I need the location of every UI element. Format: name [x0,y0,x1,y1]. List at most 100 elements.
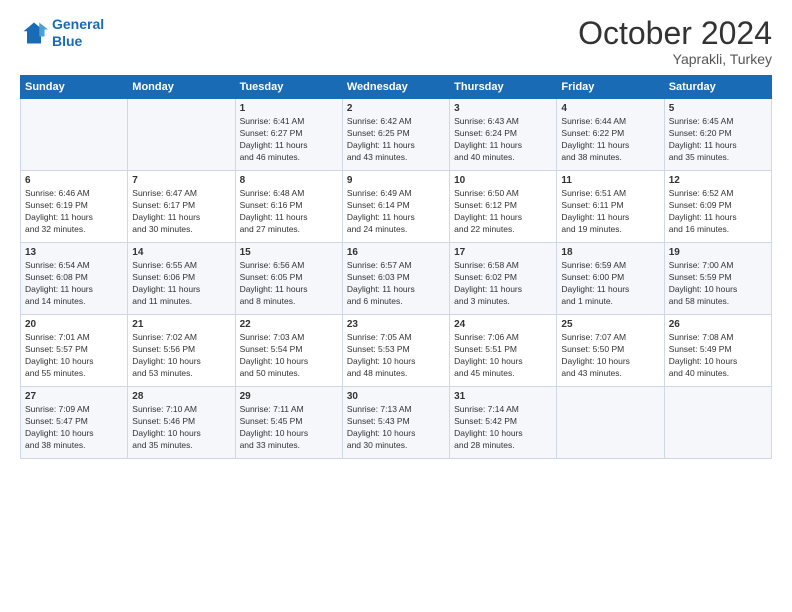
day-number: 15 [240,247,338,258]
month-title: October 2024 [578,16,772,51]
calendar-row: 27 Sunrise: 7:09 AM Sunset: 5:47 PM Dayli… [21,387,772,459]
day-number: 3 [454,103,552,114]
day-info: Sunrise: 7:06 AM Sunset: 5:51 PM Dayligh… [454,332,552,380]
day-info: Sunrise: 6:49 AM Sunset: 6:14 PM Dayligh… [347,188,445,236]
title-block: October 2024 Yaprakli, Turkey [578,16,772,67]
day-info: Sunrise: 6:52 AM Sunset: 6:09 PM Dayligh… [669,188,767,236]
calendar-table: SundayMondayTuesdayWednesdayThursdayFrid… [20,75,772,459]
day-number: 9 [347,175,445,186]
day-info: Sunrise: 7:13 AM Sunset: 5:43 PM Dayligh… [347,404,445,452]
calendar-cell: 24 Sunrise: 7:06 AM Sunset: 5:51 PM Dayli… [450,315,557,387]
day-info: Sunrise: 6:50 AM Sunset: 6:12 PM Dayligh… [454,188,552,236]
day-info: Sunrise: 7:07 AM Sunset: 5:50 PM Dayligh… [561,332,659,380]
day-number: 10 [454,175,552,186]
calendar-cell: 16Sunrise: 6:57 AM Sunset: 6:03 PM Dayli… [342,243,449,315]
day-info: Sunrise: 6:55 AM Sunset: 6:06 PM Dayligh… [132,260,230,308]
day-number: 12 [669,175,767,186]
weekday-header: Monday [128,76,235,99]
day-number: 25 [561,319,659,330]
day-info: Sunrise: 7:03 AM Sunset: 5:54 PM Dayligh… [240,332,338,380]
weekday-header: Sunday [21,76,128,99]
calendar-cell: 8 Sunrise: 6:48 AM Sunset: 6:16 PM Daylig… [235,171,342,243]
day-info: Sunrise: 6:43 AM Sunset: 6:24 PM Dayligh… [454,116,552,164]
logo-text: General Blue [52,16,104,50]
calendar-cell: 26 Sunrise: 7:08 AM Sunset: 5:49 PM Dayli… [664,315,771,387]
day-info: Sunrise: 6:46 AM Sunset: 6:19 PM Dayligh… [25,188,123,236]
day-number: 23 [347,319,445,330]
day-number: 26 [669,319,767,330]
calendar-cell: 15 Sunrise: 6:56 AM Sunset: 6:05 PM Dayli… [235,243,342,315]
day-number: 29 [240,391,338,402]
calendar-cell [21,99,128,171]
day-number: 5 [669,103,767,114]
calendar-cell: 18Sunrise: 6:59 AM Sunset: 6:00 PM Dayli… [557,243,664,315]
weekday-header: Friday [557,76,664,99]
calendar-cell: 12 Sunrise: 6:52 AM Sunset: 6:09 PM Dayli… [664,171,771,243]
day-number: 17 [454,247,552,258]
weekday-header: Thursday [450,76,557,99]
calendar-cell: 14Sunrise: 6:55 AM Sunset: 6:06 PM Dayli… [128,243,235,315]
day-number: 2 [347,103,445,114]
logo-blue: Blue [52,33,82,49]
calendar-row: 6 Sunrise: 6:46 AM Sunset: 6:19 PM Daylig… [21,171,772,243]
day-info: Sunrise: 6:58 AM Sunset: 6:02 PM Dayligh… [454,260,552,308]
calendar-cell: 20 Sunrise: 7:01 AM Sunset: 5:57 PM Dayli… [21,315,128,387]
day-number: 18 [561,247,659,258]
day-number: 4 [561,103,659,114]
calendar-cell: 11Sunrise: 6:51 AM Sunset: 6:11 PM Dayli… [557,171,664,243]
day-info: Sunrise: 7:01 AM Sunset: 5:57 PM Dayligh… [25,332,123,380]
calendar-cell: 2 Sunrise: 6:42 AM Sunset: 6:25 PM Daylig… [342,99,449,171]
header: General Blue October 2024 Yaprakli, Turk… [20,16,772,67]
day-info: Sunrise: 7:10 AM Sunset: 5:46 PM Dayligh… [132,404,230,452]
day-info: Sunrise: 6:44 AM Sunset: 6:22 PM Dayligh… [561,116,659,164]
day-info: Sunrise: 7:09 AM Sunset: 5:47 PM Dayligh… [25,404,123,452]
calendar-cell [557,387,664,459]
logo: General Blue [20,16,104,50]
calendar-cell: 22 Sunrise: 7:03 AM Sunset: 5:54 PM Dayli… [235,315,342,387]
day-number: 7 [132,175,230,186]
day-info: Sunrise: 7:11 AM Sunset: 5:45 PM Dayligh… [240,404,338,452]
day-number: 31 [454,391,552,402]
day-number: 22 [240,319,338,330]
calendar-cell: 17 Sunrise: 6:58 AM Sunset: 6:02 PM Dayli… [450,243,557,315]
day-info: Sunrise: 6:42 AM Sunset: 6:25 PM Dayligh… [347,116,445,164]
day-number: 13 [25,247,123,258]
day-info: Sunrise: 6:45 AM Sunset: 6:20 PM Dayligh… [669,116,767,164]
day-number: 24 [454,319,552,330]
calendar-cell: 3 Sunrise: 6:43 AM Sunset: 6:24 PM Daylig… [450,99,557,171]
day-info: Sunrise: 6:56 AM Sunset: 6:05 PM Dayligh… [240,260,338,308]
logo-icon [20,19,48,47]
page: General Blue October 2024 Yaprakli, Turk… [0,0,792,612]
logo-general: General [52,16,104,32]
day-info: Sunrise: 6:48 AM Sunset: 6:16 PM Dayligh… [240,188,338,236]
calendar-cell: 1Sunrise: 6:41 AM Sunset: 6:27 PM Daylig… [235,99,342,171]
day-info: Sunrise: 6:57 AM Sunset: 6:03 PM Dayligh… [347,260,445,308]
calendar-cell: 9 Sunrise: 6:49 AM Sunset: 6:14 PM Daylig… [342,171,449,243]
day-number: 8 [240,175,338,186]
calendar-cell: 4 Sunrise: 6:44 AM Sunset: 6:22 PM Daylig… [557,99,664,171]
day-info: Sunrise: 7:08 AM Sunset: 5:49 PM Dayligh… [669,332,767,380]
calendar-cell [128,99,235,171]
calendar-cell: 23Sunrise: 7:05 AM Sunset: 5:53 PM Dayli… [342,315,449,387]
day-info: Sunrise: 7:14 AM Sunset: 5:42 PM Dayligh… [454,404,552,452]
calendar-row: 20 Sunrise: 7:01 AM Sunset: 5:57 PM Dayli… [21,315,772,387]
calendar-cell: 5 Sunrise: 6:45 AM Sunset: 6:20 PM Daylig… [664,99,771,171]
day-number: 6 [25,175,123,186]
day-number: 27 [25,391,123,402]
weekday-header: Wednesday [342,76,449,99]
calendar-cell: 27 Sunrise: 7:09 AM Sunset: 5:47 PM Dayli… [21,387,128,459]
weekday-header: Tuesday [235,76,342,99]
calendar-cell: 29 Sunrise: 7:11 AM Sunset: 5:45 PM Dayli… [235,387,342,459]
day-info: Sunrise: 6:54 AM Sunset: 6:08 PM Dayligh… [25,260,123,308]
calendar-cell: 19Sunrise: 7:00 AM Sunset: 5:59 PM Dayli… [664,243,771,315]
calendar-cell: 28 Sunrise: 7:10 AM Sunset: 5:46 PM Dayli… [128,387,235,459]
location-subtitle: Yaprakli, Turkey [578,51,772,67]
calendar-cell: 7 Sunrise: 6:47 AM Sunset: 6:17 PM Daylig… [128,171,235,243]
day-number: 20 [25,319,123,330]
calendar-cell: 25 Sunrise: 7:07 AM Sunset: 5:50 PM Dayli… [557,315,664,387]
day-number: 28 [132,391,230,402]
day-info: Sunrise: 6:47 AM Sunset: 6:17 PM Dayligh… [132,188,230,236]
calendar-row: 13 Sunrise: 6:54 AM Sunset: 6:08 PM Dayli… [21,243,772,315]
day-info: Sunrise: 6:41 AM Sunset: 6:27 PM Dayligh… [240,116,338,164]
day-number: 30 [347,391,445,402]
